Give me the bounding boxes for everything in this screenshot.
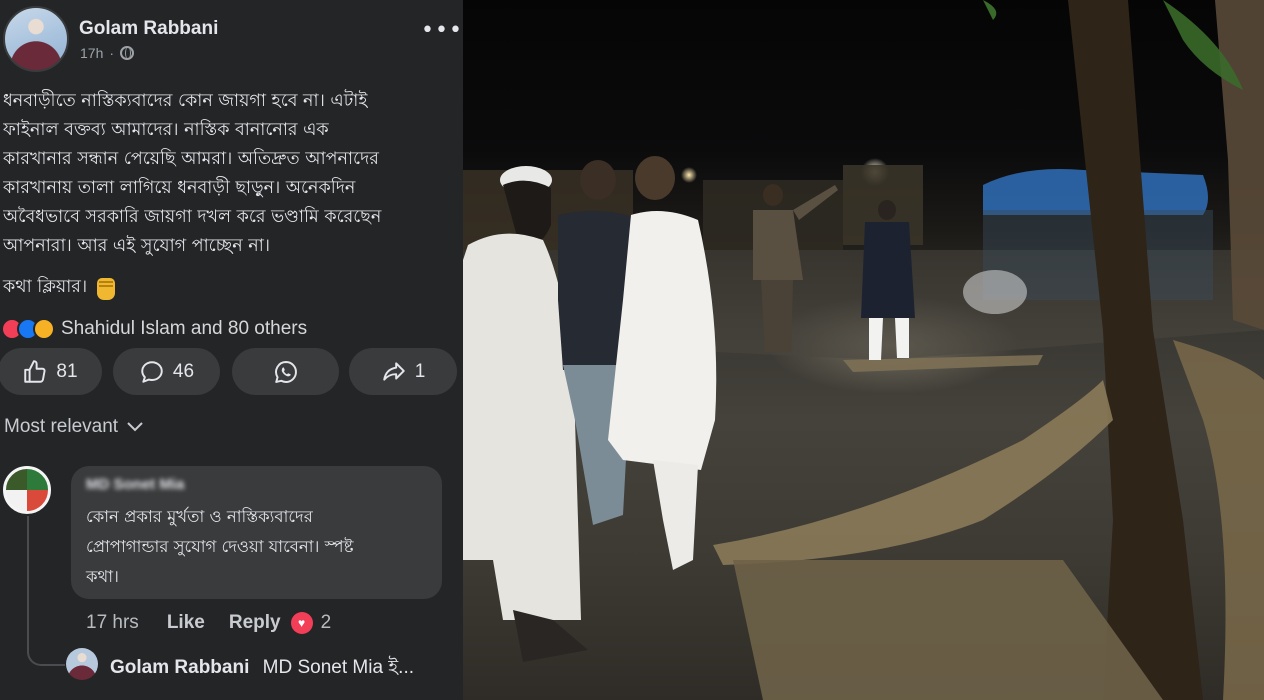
post-text: ধনবাড়ীতে নাস্তিক্যবাদের কোন জায়গা হবে …: [3, 87, 455, 261]
whatsapp-share-button[interactable]: [232, 348, 339, 395]
comment-meta: 17 hrs Like Reply ♥ 2: [86, 610, 331, 636]
reactions-summary[interactable]: Shahidul Islam and 80 others: [1, 316, 307, 342]
share-button[interactable]: 1: [349, 348, 457, 395]
comment-text-line: প্রোপাগান্ডার সুযোগ দেওয়া যাবেনা। স্পষ্…: [86, 537, 354, 556]
comment-text: কোন প্রকার মুর্খতা ও নাস্তিক্যবাদের প্রো…: [86, 502, 436, 592]
tree-leaves: [983, 0, 997, 20]
facebook-post-panel: Golam Rabbani 17h · ••• ধনবাড়ীতে নাস্তি…: [0, 0, 463, 700]
reply-preview-text: MD Sonet Mia ই...: [262, 657, 415, 678]
post-header: Golam Rabbani 17h · •••: [0, 0, 463, 80]
post-text-line: ধনবাড়ীতে নাস্তিক্যবাদের কোন জায়গা হবে …: [3, 91, 368, 111]
like-count: 81: [56, 360, 78, 382]
whatsapp-icon: [274, 360, 297, 383]
comment-text-line: কথা।: [86, 567, 119, 586]
comment-reply-button[interactable]: Reply: [229, 612, 281, 634]
separator-dot: ·: [109, 45, 115, 61]
post-text-line: অবৈধভাবে সরকারি জায়গা দখল করে ভণ্ডামি ক…: [3, 207, 382, 227]
comment-text-line: কোন প্রকার মুর্খতা ও নাস্তিক্যবাদের: [86, 507, 313, 526]
post-text-line: কারখানার সন্ধান পেয়েছি আমরা। অতিদ্রুত আ…: [3, 149, 379, 169]
post-photo[interactable]: [463, 0, 1264, 700]
comment-author[interactable]: MD Sonet Mia: [86, 476, 184, 493]
post-closing: কথা ক্লিয়ার।: [3, 274, 116, 303]
author-name[interactable]: Golam Rabbani: [79, 18, 218, 40]
night-street-scene: [463, 0, 1264, 700]
care-reaction-icon: [33, 318, 55, 340]
head: [878, 200, 896, 220]
heart-reaction-icon: ♥: [290, 612, 313, 634]
white-pajama: [653, 460, 698, 570]
globe-icon: [120, 46, 135, 60]
thumbs-up-icon: [24, 359, 46, 383]
comment-button[interactable]: 46: [113, 348, 220, 395]
comment-time[interactable]: 17 hrs: [86, 612, 139, 634]
post-text-line: আপনারা। আর এই সুযোগ পাচ্ছেন না।: [3, 236, 271, 256]
reply-thread-line: [27, 516, 65, 666]
author-avatar[interactable]: [3, 6, 69, 72]
share-count: 1: [414, 360, 426, 382]
dark-panjabi: [861, 222, 915, 318]
more-options-icon[interactable]: •••: [421, 18, 463, 43]
post-time[interactable]: 17h: [80, 45, 103, 61]
post-text-line: ফাইনাল বক্তব্য আমাদের। নাস্তিক বানানোর এ…: [3, 120, 329, 140]
post-action-bar: 81 46 1: [0, 348, 463, 396]
raised-fist-emoji-icon: [97, 277, 116, 300]
head: [763, 184, 783, 206]
post-closing-text: কথা ক্লিয়ার।: [3, 277, 88, 297]
like-button[interactable]: 81: [0, 348, 102, 395]
post-meta: 17h ·: [80, 45, 135, 61]
motion-blur-wheel: [963, 270, 1027, 314]
reply-author: Golam Rabbani: [110, 657, 250, 678]
comment-reaction-count[interactable]: 2: [321, 612, 332, 634]
share-arrow-icon: [382, 361, 405, 381]
bamboo-pile: [733, 560, 1163, 700]
reply-author-avatar[interactable]: [66, 648, 98, 680]
trousers: [761, 280, 793, 352]
comment-bubble: MD Sonet Mia কোন প্রকার মুর্খতা ও নাস্তি…: [71, 466, 442, 599]
comment-sort-label: Most relevant: [4, 416, 119, 437]
comment-bubble-icon: [141, 360, 163, 383]
post-text-line: কারখানায় তালা লাগিয়ে ধনবাড়ী ছাড়ুন। অ…: [3, 178, 356, 198]
comment-sort-dropdown[interactable]: Most relevant: [4, 416, 144, 438]
reactions-text: Shahidul Islam and 80 others: [61, 318, 308, 339]
reply-preview[interactable]: Golam Rabbani MD Sonet Mia ই...: [110, 653, 414, 685]
head: [580, 160, 616, 200]
comment-like-button[interactable]: Like: [167, 612, 205, 634]
bamboo-pile: [713, 380, 1113, 565]
comment-count: 46: [172, 360, 195, 382]
chevron-down-icon: [127, 422, 143, 432]
head: [635, 156, 675, 200]
commenter-avatar[interactable]: [3, 466, 51, 514]
